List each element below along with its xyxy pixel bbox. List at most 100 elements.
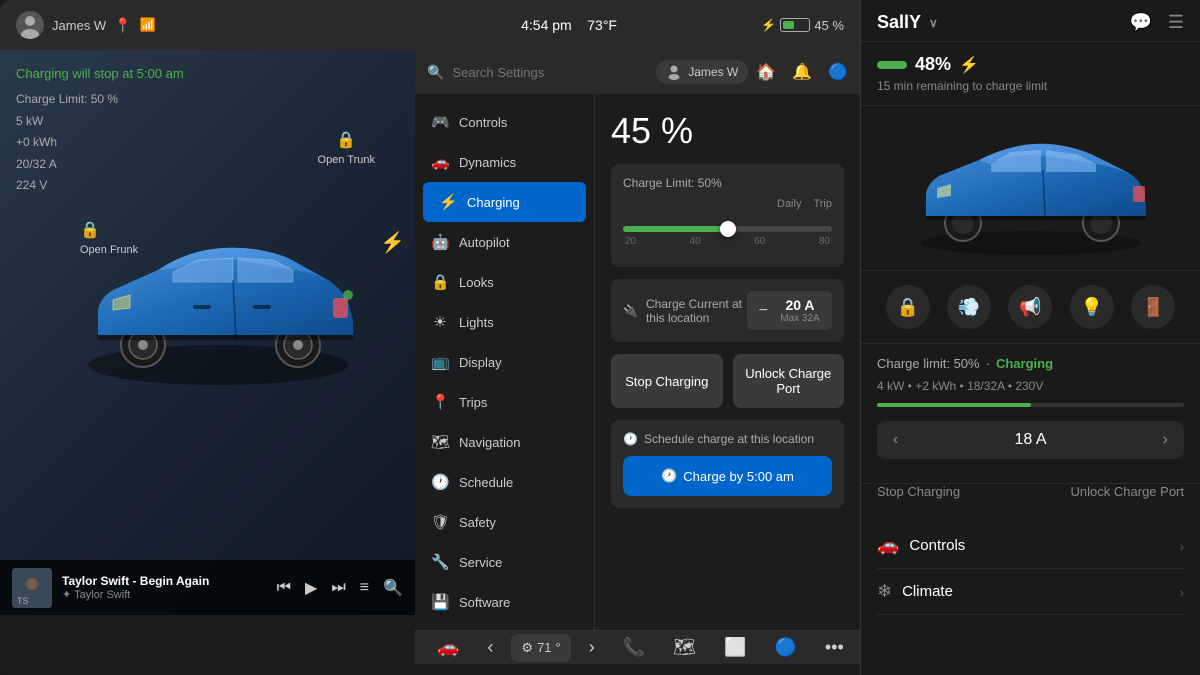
temperature: 73°F <box>587 17 617 33</box>
slider-thumb[interactable] <box>720 221 736 237</box>
looks-label: Looks <box>459 275 494 290</box>
driver-name: James W <box>52 18 106 33</box>
quick-action-horn[interactable]: 📢 <box>1008 285 1052 329</box>
controls-label: Controls <box>459 115 507 130</box>
phone-chat-icon[interactable]: 💬 <box>1129 12 1151 33</box>
decrease-amp-button[interactable]: ‹ <box>893 431 898 449</box>
svg-text:TS: TS <box>17 596 29 606</box>
phone-stop-charging-button[interactable]: Stop Charging <box>877 484 960 499</box>
user-chip[interactable]: James W <box>656 60 748 84</box>
quick-action-trunk-phone[interactable]: 🚪 <box>1131 285 1175 329</box>
prev-button[interactable]: ⏮ <box>277 579 291 597</box>
taskbar-car-icon[interactable]: 🚗 <box>427 631 469 664</box>
temp-unit: ° <box>556 640 561 655</box>
phone-charge-green-bar <box>877 61 907 69</box>
battery-bar <box>780 18 810 32</box>
next-button[interactable]: ⏭ <box>331 579 345 597</box>
taskbar-bluetooth-icon[interactable]: 🔵 <box>764 631 806 664</box>
chip-user-name: James W <box>688 65 738 79</box>
nav-item-trips[interactable]: 📍 Trips <box>415 382 594 422</box>
daily-trip-tabs: Daily Trip <box>623 198 832 210</box>
phone-green-bar-container <box>877 403 1184 407</box>
nav-item-charging[interactable]: ⚡ Charging <box>423 182 586 222</box>
taskbar-temp[interactable]: ⚙ 71 ° <box>511 634 570 662</box>
lights-icon: ☀ <box>431 313 449 331</box>
unlock-port-button[interactable]: Unlock Charge Port <box>733 354 845 408</box>
settings-nav: 🎮 Controls 🚗 Dynamics ⚡ Charging 🤖 Autop… <box>415 94 595 630</box>
phone-section-climate[interactable]: ❄ Climate › <box>877 569 1184 615</box>
current-value: 20 A <box>780 297 820 313</box>
trip-tab[interactable]: Trip <box>813 198 832 210</box>
nav-item-looks[interactable]: 🔒 Looks <box>415 262 594 302</box>
nav-item-dynamics[interactable]: 🚗 Dynamics <box>415 142 594 182</box>
bluetooth-icon[interactable]: 🔵 <box>828 62 848 82</box>
queue-button[interactable]: ≡ <box>360 579 369 597</box>
phone-charge-time: 15 min remaining to charge limit <box>877 79 1184 93</box>
quick-action-fan[interactable]: 💨 <box>947 285 991 329</box>
mark-40: 40 <box>690 236 701 247</box>
temp-label: ⚙ <box>521 640 533 656</box>
nav-item-safety[interactable]: 🛡 Safety <box>415 502 594 542</box>
controls-section-label: Controls <box>909 537 965 554</box>
phone-ampere-control: ‹ 18 A › <box>877 421 1184 459</box>
temp-value: 71 <box>537 640 551 655</box>
schedule-icon: 🕐 <box>431 473 449 491</box>
nav-item-schedule[interactable]: 🕐 Schedule <box>415 462 594 502</box>
quick-action-lights-flash[interactable]: 💡 <box>1070 285 1114 329</box>
taskbar-phone-icon[interactable]: 📞 <box>613 631 655 664</box>
nav-item-display[interactable]: 📺 Display <box>415 342 594 382</box>
navigation-label: Navigation <box>459 435 520 450</box>
nav-item-service[interactable]: 🔧 Service <box>415 542 594 582</box>
search-input[interactable] <box>452 65 648 80</box>
bell-icon[interactable]: 🔔 <box>792 62 812 82</box>
charge-by-label: Charge by 5:00 am <box>683 469 794 484</box>
current-control: − 20 A Max 32A <box>747 291 832 330</box>
taskbar-back-icon[interactable]: ‹ <box>477 631 503 664</box>
climate-chevron-icon: › <box>1179 584 1184 600</box>
battery-bolt: ⚡ <box>761 18 776 32</box>
quick-action-lock[interactable]: 🔒 <box>886 285 930 329</box>
fan-icon: 💨 <box>947 285 991 329</box>
track-info: Taylor Swift - Begin Again ✦ Taylor Swif… <box>62 574 267 601</box>
taskbar-forward-icon[interactable]: › <box>579 631 605 664</box>
current-display: 20 A Max 32A <box>780 297 820 324</box>
phone-user-chevron-icon[interactable]: ∨ <box>929 16 938 30</box>
nav-item-software[interactable]: 💾 Software <box>415 582 594 622</box>
action-buttons: Stop Charging Unlock Charge Port <box>611 354 844 408</box>
phone-charge-details: Charge limit: 50% · Charging 4 kW • +2 k… <box>861 344 1200 484</box>
search-icon: 🔍 <box>427 64 444 81</box>
phone-lightning-icon: ⚡ <box>959 55 979 75</box>
trips-icon: 📍 <box>431 393 449 411</box>
service-icon: 🔧 <box>431 553 449 571</box>
charge-by-button[interactable]: 🕐 Charge by 5:00 am <box>623 456 832 496</box>
slider-marks: 20 40 60 80 <box>623 236 832 247</box>
taskbar-more-icon[interactable]: ••• <box>815 631 854 664</box>
nav-item-lights[interactable]: ☀ Lights <box>415 302 594 342</box>
increase-amp-button[interactable]: › <box>1163 431 1168 449</box>
nav-item-autopilot[interactable]: 🤖 Autopilot <box>415 222 594 262</box>
location-icon: 📍 <box>114 17 131 34</box>
charge-percent-display: 45 % <box>611 110 844 152</box>
controls-section-icon: 🚗 <box>877 535 899 556</box>
phone-section-controls[interactable]: 🚗 Controls › <box>877 523 1184 569</box>
nav-item-controls[interactable]: 🎮 Controls <box>415 102 594 142</box>
software-icon: 💾 <box>431 593 449 611</box>
phone-section-climate-left: ❄ Climate <box>877 581 953 602</box>
taskbar-home-icon[interactable]: ⬜ <box>714 631 756 664</box>
home-icon[interactable]: 🏠 <box>756 62 776 82</box>
search-music-button[interactable]: 🔍 <box>383 578 403 598</box>
battery-percent: 45 % <box>814 18 844 33</box>
play-button[interactable]: ▶ <box>305 578 317 598</box>
open-trunk-label[interactable]: 🔒 Open Trunk <box>318 130 375 166</box>
charge-slider-container[interactable]: 20 40 60 80 <box>623 218 832 255</box>
decrease-current-button[interactable]: − <box>759 302 768 320</box>
stop-charging-button[interactable]: Stop Charging <box>611 354 723 408</box>
phone-unlock-port-button[interactable]: Unlock Charge Port <box>1071 484 1184 499</box>
phone-menu-icon[interactable]: ☰ <box>1168 12 1184 33</box>
taskbar-maps-icon[interactable]: 🗺 <box>663 631 706 664</box>
nav-item-navigation[interactable]: 🗺 Navigation <box>415 422 594 462</box>
charging-icon: ⚡ <box>439 193 457 211</box>
daily-tab[interactable]: Daily <box>777 198 801 210</box>
charging-dot: · <box>986 356 990 371</box>
tesla-screen: James W 📍 📶 4:54 pm 73°F ⚡ 45 % Charging <box>0 0 860 675</box>
